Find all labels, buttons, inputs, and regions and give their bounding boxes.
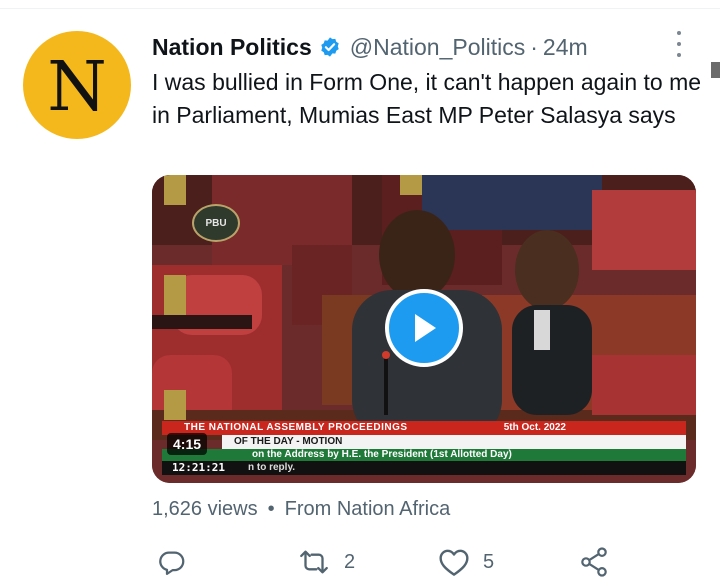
dot-separator: · xyxy=(530,33,538,60)
retweet-icon xyxy=(297,547,331,577)
banner-clock: 12:21:21 xyxy=(172,461,225,474)
heart-icon xyxy=(438,547,470,577)
lower-third-debate: on the Address by H.E. the President (1s… xyxy=(162,449,686,461)
tweet-meta: 1,626 views • From Nation Africa xyxy=(152,498,450,521)
banner-tail: n to reply. xyxy=(248,462,296,473)
retweet-button[interactable]: 2 xyxy=(297,545,355,579)
timestamp[interactable]: 24m xyxy=(543,34,588,61)
share-icon xyxy=(579,546,609,578)
top-divider xyxy=(0,0,720,9)
display-name[interactable]: Nation Politics xyxy=(152,34,312,61)
scrollbar[interactable] xyxy=(711,62,720,78)
lower-third-order: OF THE DAY - MOTION xyxy=(222,435,686,449)
meta-separator: • xyxy=(267,498,275,520)
handle[interactable]: @Nation_Politics xyxy=(350,34,525,61)
more-vertical-icon[interactable] xyxy=(669,31,689,57)
action-bar: 2 5 xyxy=(152,545,622,579)
source-link[interactable]: From Nation Africa xyxy=(285,498,451,521)
banner-title: THE NATIONAL ASSEMBLY PROCEEDINGS xyxy=(184,422,408,433)
tweet-header: Nation Politics @Nation_Politics · 24m xyxy=(152,33,588,61)
verified-badge-icon xyxy=(319,36,341,58)
reply-button[interactable] xyxy=(157,545,187,579)
play-icon[interactable] xyxy=(385,289,463,367)
view-count: 1,626 views xyxy=(152,498,258,520)
video-duration: 4:15 xyxy=(167,433,208,455)
avatar-letter: N xyxy=(47,48,107,127)
retweet-count: 2 xyxy=(344,550,356,573)
banner-debate: on the Address by H.E. the President (1s… xyxy=(252,449,512,460)
lower-third-clock: 12:21:21 n to reply. xyxy=(162,461,686,475)
reply-icon xyxy=(157,547,187,577)
watermark-logo: PBU xyxy=(192,204,240,242)
banner-order: OF THE DAY - MOTION xyxy=(234,436,343,447)
lower-third-title: THE NATIONAL ASSEMBLY PROCEEDINGS 5th Oc… xyxy=(162,421,686,435)
share-button[interactable] xyxy=(579,545,609,579)
like-button[interactable]: 5 xyxy=(438,545,494,579)
banner-date: 5th Oct. 2022 xyxy=(503,422,566,433)
video-player[interactable]: PBU THE NATIONAL ASSEMBLY PROCEEDINGS 5t… xyxy=(152,175,696,483)
like-count: 5 xyxy=(483,550,495,573)
avatar[interactable]: N xyxy=(23,31,131,139)
tweet-text: I was bullied in Form One, it can't happ… xyxy=(152,69,702,128)
